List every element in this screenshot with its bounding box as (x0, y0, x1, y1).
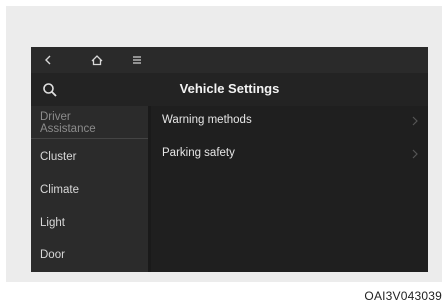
title-bar: Vehicle Settings (31, 73, 428, 106)
figure-frame: Vehicle Settings Driver Assistance Clust… (6, 6, 442, 282)
sidebar-item-label: Climate (40, 184, 79, 196)
home-icon[interactable] (88, 51, 106, 69)
sidebar-item-label: Cluster (40, 151, 77, 163)
sidebar-item-driver-assistance[interactable]: Driver Assistance (31, 106, 148, 139)
menu-icon[interactable] (128, 51, 146, 69)
top-bar (31, 47, 428, 73)
list-item-parking-safety[interactable]: Parking safety (151, 144, 428, 174)
sidebar: Driver Assistance Cluster Climate Light … (31, 106, 148, 272)
sidebar-item-light[interactable]: Light (31, 212, 148, 238)
figure-caption: OAI3V043039 (364, 289, 442, 303)
sidebar-item-cluster[interactable]: Cluster (31, 146, 148, 172)
sidebar-item-label: Door (40, 249, 65, 261)
page-title: Vehicle Settings (179, 81, 280, 96)
sidebar-item-door[interactable]: Door (31, 244, 148, 270)
list-item-warning-methods[interactable]: Warning methods (151, 111, 428, 141)
chevron-right-icon (412, 149, 418, 159)
list-item-label: Warning methods (162, 114, 252, 126)
chevron-right-icon (412, 116, 418, 126)
settings-list: Warning methods Parking safety (151, 106, 428, 272)
sidebar-item-label-line2: Assistance (40, 123, 96, 135)
sidebar-item-label: Light (40, 217, 65, 229)
list-item-label: Parking safety (162, 147, 235, 159)
back-icon[interactable] (39, 51, 57, 69)
sidebar-item-label-line1: Driver (40, 111, 71, 123)
sidebar-item-climate[interactable]: Climate (31, 179, 148, 205)
infotainment-screen: Vehicle Settings Driver Assistance Clust… (31, 47, 428, 272)
